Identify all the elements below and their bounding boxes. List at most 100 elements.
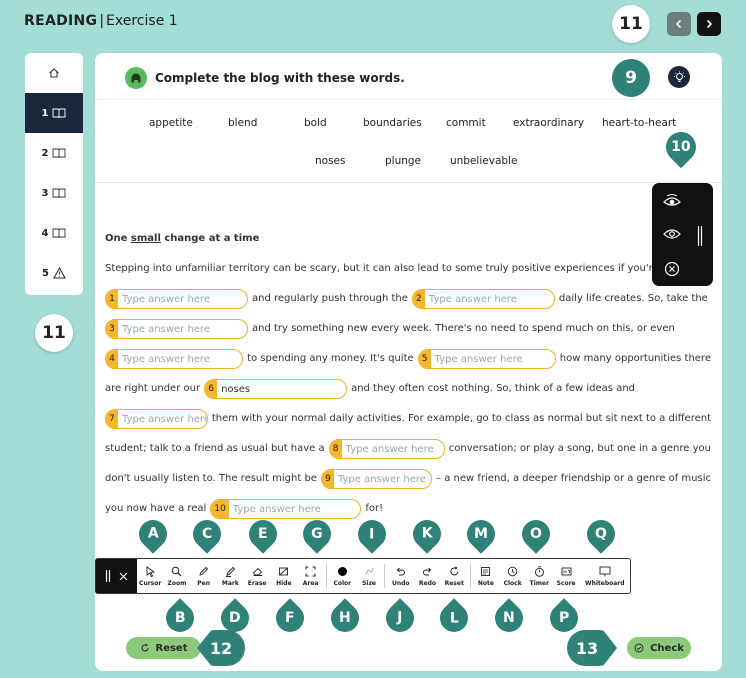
eye-icon[interactable]: [662, 224, 682, 244]
word-bank-item[interactable]: blend: [228, 117, 257, 129]
previous-button[interactable]: [667, 12, 691, 36]
callout-letter: G: [311, 526, 323, 542]
size-icon: [365, 567, 373, 575]
gap-4[interactable]: 4: [105, 349, 244, 369]
passage-title: One small change at a time: [105, 224, 715, 254]
tool-redo[interactable]: Redo: [414, 559, 441, 593]
tool-zoom[interactable]: Zoom: [164, 559, 191, 593]
passage-text: and they often cost nothing. So, think o…: [351, 383, 636, 394]
tool-cursor[interactable]: Cursor: [137, 559, 164, 593]
tool-hide[interactable]: Hide: [271, 559, 298, 593]
word-bank-item[interactable]: appetite: [149, 117, 193, 129]
eye-scan-icon[interactable]: [662, 191, 682, 211]
check-label: Check: [650, 642, 684, 654]
word-bank-item[interactable]: plunge: [385, 155, 421, 167]
answer-input[interactable]: [118, 410, 207, 428]
answer-input[interactable]: [118, 290, 247, 308]
gap-2[interactable]: 2: [411, 289, 555, 309]
tool-color[interactable]: Color: [329, 559, 356, 593]
tool-label: Undo: [391, 579, 410, 587]
passage-line: Stepping into unfamiliar territory can b…: [105, 254, 715, 284]
sidebar-item-5[interactable]: 5: [25, 253, 83, 293]
gap-8[interactable]: 8: [328, 439, 445, 459]
badge-text: 10: [671, 139, 691, 156]
gap-3[interactable]: 3: [105, 319, 248, 339]
toolbar-handle[interactable]: [96, 559, 137, 593]
answer-input[interactable]: [424, 290, 554, 308]
answer-input[interactable]: [118, 320, 247, 338]
callout-letter: K: [421, 526, 433, 543]
sidebar-item-3[interactable]: 3: [25, 173, 83, 213]
gap-1[interactable]: 1: [105, 289, 248, 309]
word-bank-item[interactable]: noses: [315, 155, 345, 167]
gap-9[interactable]: 9: [320, 469, 433, 489]
word-bank-item[interactable]: extraordinary: [513, 117, 584, 129]
check-button[interactable]: Check: [627, 637, 691, 659]
clock-icon: [507, 566, 518, 576]
passage-text: don't usually listen to. The result migh…: [105, 473, 317, 484]
tool-size[interactable]: Size: [356, 559, 383, 593]
word-bank-item[interactable]: heart-to-heart: [602, 117, 676, 129]
tool-label: Pen: [197, 579, 211, 587]
tool-pen[interactable]: Pen: [190, 559, 217, 593]
tool-mark[interactable]: Mark: [217, 559, 244, 593]
tool-score[interactable]: Score: [553, 559, 580, 593]
headphones-icon[interactable]: [125, 67, 147, 89]
tool-whiteboard[interactable]: Whiteboard: [579, 559, 630, 593]
tool-clock[interactable]: Clock: [499, 559, 526, 593]
callout-letter: C: [201, 526, 213, 542]
cursor-icon: [146, 565, 155, 577]
gap-6[interactable]: 6: [204, 379, 348, 399]
gap-10[interactable]: 10: [210, 499, 362, 519]
tool-note[interactable]: Note: [473, 559, 500, 593]
word-bank-item[interactable]: boundaries: [363, 117, 422, 129]
sidebar-item-1[interactable]: 1: [25, 93, 83, 133]
panel-drag-handle[interactable]: [697, 226, 703, 250]
word-bank-item[interactable]: bold: [304, 117, 327, 129]
passage-text: – a new friend, a deeper friendship or a…: [436, 473, 711, 484]
next-button[interactable]: [697, 12, 721, 36]
passage-line: student; talk to a friend as usual but h…: [105, 434, 715, 464]
word-bank-item[interactable]: commit: [446, 117, 486, 129]
lightbulb-icon[interactable]: [668, 66, 690, 88]
toolbar-divider: [384, 564, 386, 588]
answer-input[interactable]: [217, 380, 347, 398]
gap-number: 7: [106, 410, 118, 428]
tool-label: Size: [362, 579, 377, 587]
visibility-panel: [652, 183, 713, 286]
close-icon[interactable]: [119, 572, 128, 581]
answer-input[interactable]: [228, 500, 358, 518]
toolbar-divider: [325, 564, 327, 588]
area-icon: [305, 566, 316, 576]
gap-number: 4: [106, 350, 118, 368]
close-circle-icon[interactable]: [662, 259, 682, 279]
nav-badge: 11: [612, 5, 650, 43]
sidebar-item-4[interactable]: 4: [25, 213, 83, 253]
section-title: READING: [24, 13, 98, 29]
tool-label: Note: [477, 579, 494, 587]
callout-letter: N: [503, 610, 515, 626]
tool-label: Redo: [418, 579, 437, 587]
answer-input[interactable]: [430, 350, 555, 368]
answer-input[interactable]: [118, 350, 243, 368]
sidebar-badge: 11: [35, 314, 73, 352]
tool-undo[interactable]: Undo: [387, 559, 414, 593]
callout-letter: A: [147, 526, 159, 542]
gap-5[interactable]: 5: [417, 349, 556, 369]
answer-input[interactable]: [333, 470, 432, 488]
passage-line: 7 them with your normal daily activities…: [105, 404, 715, 434]
drag-handle-icon[interactable]: [105, 570, 111, 582]
reset-button[interactable]: Reset: [126, 637, 201, 659]
sidebar-item-label: 4: [41, 227, 49, 239]
tool-label: Color: [333, 579, 352, 587]
tool-timer[interactable]: Timer: [526, 559, 553, 593]
word-bank-item[interactable]: unbelievable: [450, 155, 517, 167]
gap-7[interactable]: 7: [105, 409, 208, 429]
sidebar-item-2[interactable]: 2: [25, 133, 83, 173]
answer-input[interactable]: [341, 440, 444, 458]
sidebar-item-home[interactable]: [25, 53, 83, 93]
undo-icon: [397, 567, 406, 575]
tool-reset[interactable]: Reset: [441, 559, 468, 593]
tool-area[interactable]: Area: [297, 559, 324, 593]
tool-erase[interactable]: Erase: [244, 559, 271, 593]
